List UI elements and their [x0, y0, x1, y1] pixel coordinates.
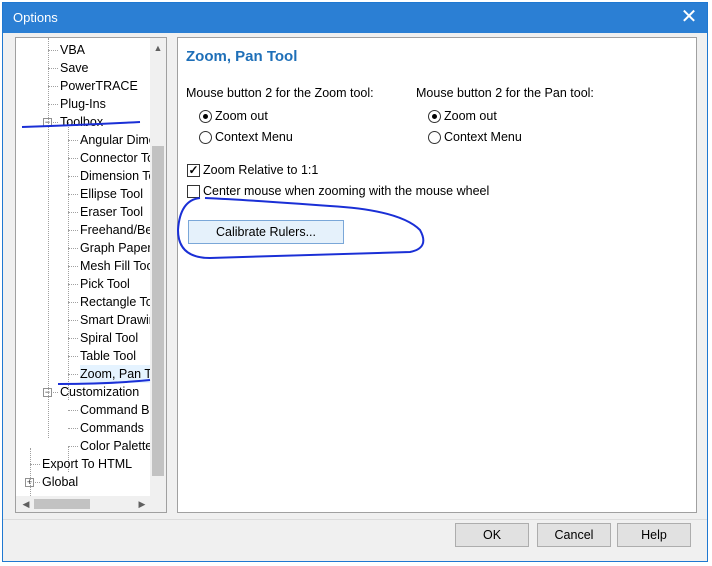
- tree-item[interactable]: Global: [42, 473, 78, 491]
- tree-item[interactable]: Color Palette: [80, 437, 152, 455]
- title-bar[interactable]: Options ✕: [3, 3, 707, 33]
- tree-scroll-thumb[interactable]: [152, 146, 164, 476]
- tree-item[interactable]: Toolbox: [60, 113, 103, 131]
- zoom-group-label: Mouse button 2 for the Zoom tool:: [186, 86, 374, 100]
- pan-tool-context-menu-radio[interactable]: [428, 131, 441, 144]
- tree-connector: [30, 464, 40, 465]
- tree-connector: [68, 158, 78, 159]
- tree-item[interactable]: Mesh Fill Too: [80, 257, 153, 275]
- tree-item[interactable]: Angular Dime: [80, 131, 156, 149]
- zoom-tool-zoom-out-radio[interactable]: [199, 110, 212, 123]
- tree-item[interactable]: Table Tool: [80, 347, 136, 365]
- tree-item[interactable]: Spiral Tool: [80, 329, 138, 347]
- tree-vertical-scrollbar[interactable]: ▲: [150, 38, 166, 496]
- zoom-relative-checkbox[interactable]: ✓: [187, 164, 200, 177]
- zoom-tool-zoom-out-label[interactable]: Zoom out: [215, 109, 268, 123]
- tree-item[interactable]: Connector To: [80, 149, 154, 167]
- tree-item[interactable]: Command Ba: [80, 401, 156, 419]
- tree-connector: [68, 374, 78, 375]
- pan-tool-zoom-out-radio[interactable]: [428, 110, 441, 123]
- ok-button[interactable]: OK: [455, 523, 529, 547]
- tree-connector: [68, 446, 78, 447]
- tree-item[interactable]: Smart Drawin: [80, 311, 156, 329]
- tree-connector: [68, 410, 78, 411]
- tree-connector: [68, 428, 78, 429]
- tree-item[interactable]: Freehand/Be: [80, 221, 152, 239]
- pan-tool-context-menu-label[interactable]: Context Menu: [444, 130, 522, 144]
- footer-divider: [3, 519, 707, 520]
- center-mouse-checkbox[interactable]: [187, 185, 200, 198]
- tree-connector: [68, 194, 78, 195]
- tree-connector: [68, 284, 78, 285]
- options-tree[interactable]: − − + VBA Save PowerTRACE Plug-Ins Toolbox Angu…: [15, 37, 167, 513]
- tree-connector: [48, 38, 49, 438]
- scroll-left-icon[interactable]: ◀: [18, 496, 34, 512]
- tree-connector: [68, 140, 78, 141]
- zoom-tool-context-menu-radio[interactable]: [199, 131, 212, 144]
- tree-connector: [48, 50, 58, 51]
- tree-item[interactable]: Ellipse Tool: [80, 185, 143, 203]
- tree-connector: [68, 266, 78, 267]
- tree-hscroll-thumb[interactable]: [34, 499, 90, 509]
- tree-item[interactable]: Plug-Ins: [60, 95, 106, 113]
- center-mouse-label[interactable]: Center mouse when zooming with the mouse…: [203, 184, 489, 198]
- tree-connector: [68, 248, 78, 249]
- settings-panel: Zoom, Pan Tool Mouse button 2 for the Zo…: [177, 37, 697, 513]
- tree-item[interactable]: Export To HTML: [42, 455, 132, 473]
- tree-horizontal-scrollbar[interactable]: ◀ ▶: [16, 496, 166, 512]
- window-title: Options: [13, 10, 58, 25]
- tree-connector: [68, 338, 78, 339]
- tree-item[interactable]: Graph Paper: [80, 239, 152, 257]
- cancel-button[interactable]: Cancel: [537, 523, 611, 547]
- calibrate-rulers-button[interactable]: Calibrate Rulers...: [188, 220, 344, 244]
- pan-tool-zoom-out-label[interactable]: Zoom out: [444, 109, 497, 123]
- pan-group-label: Mouse button 2 for the Pan tool:: [416, 86, 594, 100]
- tree-item[interactable]: Save: [60, 59, 89, 77]
- page-title: Zoom, Pan Tool: [186, 48, 298, 65]
- tree-item[interactable]: Rectangle To: [80, 293, 153, 311]
- tree-connector: [68, 320, 78, 321]
- tree-connector: [68, 212, 78, 213]
- tree-connector: [68, 302, 78, 303]
- tree-connector: [68, 356, 78, 357]
- tree-connector: [68, 122, 69, 400]
- zoom-relative-label[interactable]: Zoom Relative to 1:1: [203, 163, 318, 177]
- zoom-tool-context-menu-label[interactable]: Context Menu: [215, 130, 293, 144]
- tree-connector: [68, 176, 78, 177]
- tree-item[interactable]: Customization: [60, 383, 139, 401]
- tree-connector: [48, 104, 58, 105]
- tree-item[interactable]: VBA: [60, 41, 85, 59]
- tree-connector: [48, 86, 58, 87]
- tree-connector: [68, 230, 78, 231]
- tree-item[interactable]: PowerTRACE: [60, 77, 138, 95]
- tree-item[interactable]: Dimension To: [80, 167, 156, 185]
- tree-connector: [48, 68, 58, 69]
- options-dialog: Options ✕ − − + VBA Save PowerTRACE Plug-Ins T…: [2, 2, 708, 562]
- close-icon[interactable]: ✕: [679, 5, 699, 29]
- tree-item[interactable]: Commands: [80, 419, 144, 437]
- help-button[interactable]: Help: [617, 523, 691, 547]
- tree-item[interactable]: Pick Tool: [80, 275, 130, 293]
- tree-item[interactable]: Eraser Tool: [80, 203, 143, 221]
- scroll-right-icon[interactable]: ▶: [134, 496, 150, 512]
- scroll-up-icon[interactable]: ▲: [150, 40, 166, 56]
